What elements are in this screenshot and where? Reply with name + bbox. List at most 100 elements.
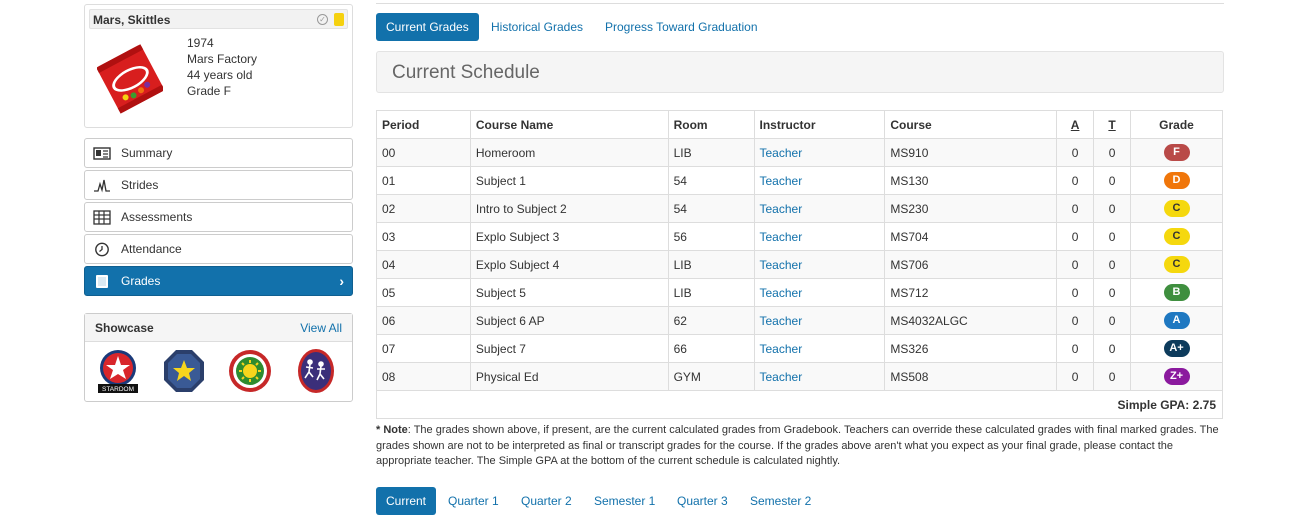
instructor-link[interactable]: Teacher <box>760 286 803 300</box>
cell-absences: 0 <box>1056 222 1095 251</box>
term-tab-semester-1[interactable]: Semester 1 <box>584 487 665 515</box>
column-header-period[interactable]: Period <box>376 110 471 139</box>
tab-progress-toward-graduation[interactable]: Progress Toward Graduation <box>595 13 768 41</box>
nav-item-strides[interactable]: Strides <box>84 170 353 200</box>
instructor-link[interactable]: Teacher <box>760 146 803 160</box>
tab-historical-grades[interactable]: Historical Grades <box>481 13 593 41</box>
term-tab-quarter-1[interactable]: Quarter 1 <box>438 487 509 515</box>
cell-period: 08 <box>376 362 471 391</box>
column-header-course-name[interactable]: Course Name <box>469 110 669 139</box>
sun-seal-badge[interactable] <box>227 347 273 395</box>
grade-badge[interactable]: F <box>1163 144 1190 161</box>
cell-grade: F <box>1130 138 1223 167</box>
cell-period: 07 <box>376 334 471 363</box>
stardom-badge[interactable]: STARDOM <box>95 347 141 395</box>
cell-room: LIB <box>667 250 755 279</box>
cell-tardies: 0 <box>1093 166 1132 195</box>
cell-grade: B <box>1130 278 1223 307</box>
column-header-instructor[interactable]: Instructor <box>753 110 886 139</box>
student-age: 44 years old <box>187 68 253 82</box>
cell-course-name: Subject 1 <box>469 166 669 195</box>
cell-absences: 0 <box>1056 166 1095 195</box>
cell-grade: Z+ <box>1130 362 1223 391</box>
cell-course-name: Subject 6 AP <box>469 306 669 335</box>
cell-course-name: Explo Subject 3 <box>469 222 669 251</box>
column-header-absences[interactable]: A <box>1056 110 1095 139</box>
column-header-room[interactable]: Room <box>667 110 755 139</box>
cell-grade: D <box>1130 166 1223 195</box>
sticky-note-icon[interactable] <box>334 13 344 26</box>
student-grade-level: Grade F <box>187 84 232 98</box>
nav-label-summary: Summary <box>121 146 173 160</box>
cell-course: MS4032ALGC <box>884 306 1058 335</box>
instructor-link[interactable]: Teacher <box>760 230 803 244</box>
column-header-grade[interactable]: Grade <box>1130 110 1223 139</box>
term-tab-quarter-3[interactable]: Quarter 3 <box>667 487 738 515</box>
grade-badge[interactable]: D <box>1163 172 1190 189</box>
grade-badge[interactable]: C <box>1163 228 1190 245</box>
cell-absences: 0 <box>1056 250 1095 279</box>
cell-room: LIB <box>667 138 755 167</box>
nav-item-summary[interactable]: Summary <box>84 138 353 168</box>
table-row: 06 Subject 6 AP 62 Teacher MS4032ALGC 0 0 A <box>376 306 1223 335</box>
column-header-tardies[interactable]: T <box>1093 110 1132 139</box>
star-octagon-badge[interactable] <box>161 347 207 395</box>
cell-tardies: 0 <box>1093 334 1132 363</box>
grade-badge[interactable]: Z+ <box>1163 368 1190 385</box>
instructor-link[interactable]: Teacher <box>760 258 803 272</box>
table-row: 03 Explo Subject 3 56 Teacher MS704 0 0 C <box>376 222 1223 251</box>
clock-icon <box>95 242 109 257</box>
cell-period: 05 <box>376 278 471 307</box>
column-header-course[interactable]: Course <box>884 110 1058 139</box>
cell-course: MS130 <box>884 166 1058 195</box>
table-row: 04 Explo Subject 4 LIB Teacher MS706 0 0 C <box>376 250 1223 279</box>
instructor-link[interactable]: Teacher <box>760 342 803 356</box>
table-row: 08 Physical Ed GYM Teacher MS508 0 0 Z+ <box>376 362 1223 391</box>
instructor-link[interactable]: Teacher <box>760 174 803 188</box>
cell-tardies: 0 <box>1093 250 1132 279</box>
grade-badge[interactable]: A <box>1163 312 1190 329</box>
cell-absences: 0 <box>1056 278 1095 307</box>
instructor-link[interactable]: Teacher <box>760 314 803 328</box>
cell-absences: 0 <box>1056 138 1095 167</box>
cell-period: 03 <box>376 222 471 251</box>
term-tab-quarter-2[interactable]: Quarter 2 <box>511 487 582 515</box>
cell-instructor: Teacher <box>753 250 886 279</box>
nav-item-assessments[interactable]: Assessments <box>84 202 353 232</box>
grade-badge[interactable]: B <box>1163 284 1190 301</box>
table-row: 07 Subject 7 66 Teacher MS326 0 0 A+ <box>376 334 1223 363</box>
grade-badge[interactable]: C <box>1163 256 1190 273</box>
term-tab-current[interactable]: Current <box>376 487 437 515</box>
view-all-link[interactable]: View All <box>300 321 342 335</box>
instructor-link[interactable]: Teacher <box>760 202 803 216</box>
cell-course-name: Subject 5 <box>469 278 669 307</box>
showcase-panel: Showcase View All STARDOM <box>84 313 353 402</box>
grade-badge[interactable]: A+ <box>1163 340 1190 357</box>
table-row: 02 Intro to Subject 2 54 Teacher MS230 0 0 C <box>376 194 1223 223</box>
showcase-title: Showcase <box>95 321 154 335</box>
cell-course: MS326 <box>884 334 1058 363</box>
student-photo <box>97 44 163 114</box>
term-tab-semester-2[interactable]: Semester 2 <box>740 487 821 515</box>
instructor-link[interactable]: Teacher <box>760 370 803 384</box>
note-label: * Note <box>376 424 408 436</box>
runners-badge[interactable] <box>293 347 339 395</box>
nav-item-attendance[interactable]: Attendance <box>84 234 353 264</box>
check-circle-icon[interactable]: ✓ <box>317 14 328 25</box>
nav-label-attendance: Attendance <box>121 242 182 256</box>
chevron-right-icon: › <box>339 273 344 289</box>
nav-item-grades[interactable]: Grades › <box>84 266 353 296</box>
table-row: 00 Homeroom LIB Teacher MS910 0 0 F <box>376 138 1223 167</box>
cell-tardies: 0 <box>1093 362 1132 391</box>
tab-current-grades[interactable]: Current Grades <box>376 13 479 41</box>
cell-absences: 0 <box>1056 362 1095 391</box>
cell-room: 66 <box>667 334 755 363</box>
cell-course-name: Intro to Subject 2 <box>469 194 669 223</box>
cell-instructor: Teacher <box>753 138 886 167</box>
cell-course: MS712 <box>884 278 1058 307</box>
cell-course-name: Subject 7 <box>469 334 669 363</box>
grade-badge[interactable]: C <box>1163 200 1190 217</box>
school-name: Mars Factory <box>187 52 258 66</box>
cell-room: LIB <box>667 278 755 307</box>
gpa-row: Simple GPA: 2.75 <box>376 390 1223 419</box>
